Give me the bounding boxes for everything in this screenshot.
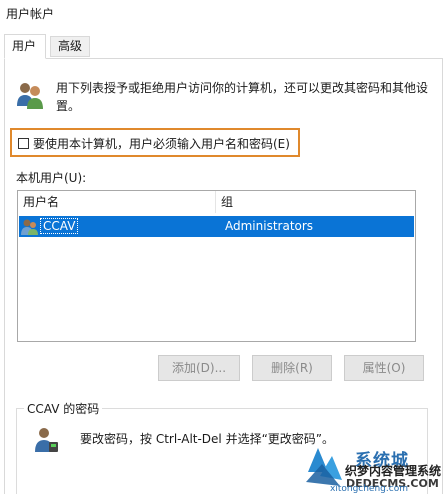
window-title: 用户帐户 xyxy=(6,7,55,21)
tab-advanced[interactable]: 高级 xyxy=(50,36,90,57)
add-user-button[interactable]: 添加(D)... xyxy=(158,355,240,381)
properties-button[interactable]: 属性(O) xyxy=(344,355,424,381)
column-header-username[interactable]: 用户名 xyxy=(18,191,216,213)
user-name-cell: CCAV xyxy=(39,218,79,234)
remove-user-button[interactable]: 删除(R) xyxy=(252,355,332,381)
users-list[interactable]: 用户名 组 CCAV Administrators xyxy=(17,190,416,342)
description-text: 用下列表授予或拒绝用户访问你的计算机，还可以更改其密码和其他设置。 xyxy=(56,81,429,113)
user-password-icon xyxy=(35,428,58,452)
watermark-line3: xitongcheng.com xyxy=(330,484,408,494)
require-login-checkbox[interactable] xyxy=(18,138,29,149)
table-row[interactable]: CCAV Administrators xyxy=(19,216,414,237)
users-icon xyxy=(17,83,43,109)
password-instruction: 要改密码，按 Ctrl-Alt-Del 并选择“更改密码”。 xyxy=(80,432,335,446)
require-login-label[interactable]: 要使用本计算机，用户必须输入用户名和密码(E) xyxy=(33,135,290,152)
column-header-group[interactable]: 组 xyxy=(216,191,415,213)
user-icon xyxy=(21,219,38,235)
tab-users[interactable]: 用户 xyxy=(4,34,46,59)
title-bar: 用户帐户 xyxy=(0,0,447,28)
users-list-label: 本机用户(U): xyxy=(16,171,87,185)
user-group-cell: Administrators xyxy=(225,219,314,233)
password-group-title: CCAV 的密码 xyxy=(24,400,103,417)
